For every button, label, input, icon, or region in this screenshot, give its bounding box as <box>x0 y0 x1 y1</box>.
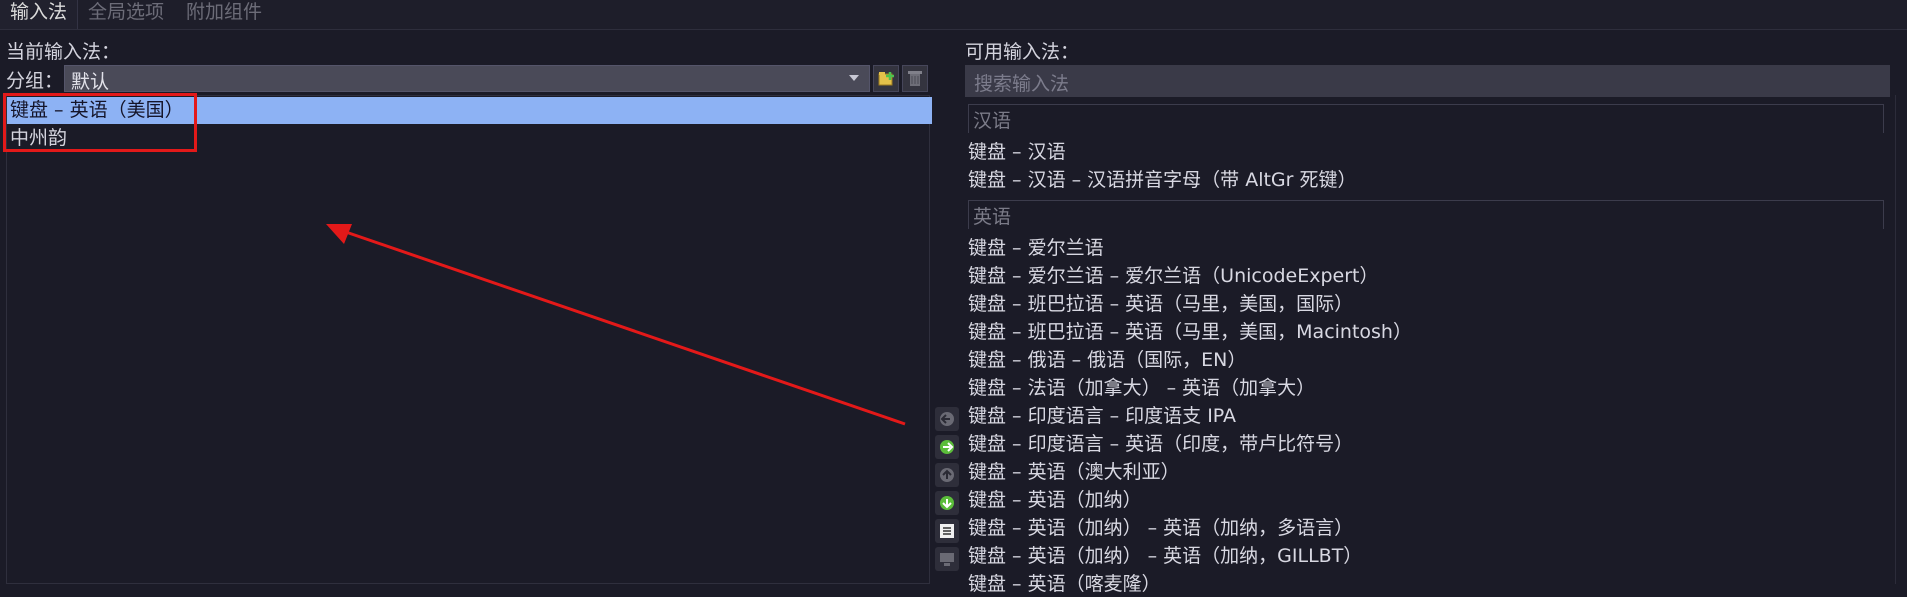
list-item[interactable]: 键盘 – 法语（加拿大） – 英语（加拿大） <box>968 376 1315 401</box>
configure-button[interactable] <box>935 519 959 543</box>
move-down-icon <box>940 496 954 510</box>
category-header-chinese: 汉语 <box>968 104 1884 133</box>
scrollbar[interactable] <box>1895 95 1896 584</box>
list-item[interactable]: 键盘 – 英语（加纳） – 英语（加纳，GILLBT） <box>968 544 1362 569</box>
list-item[interactable]: 键盘 – 英语（喀麦隆） <box>968 572 1161 597</box>
move-down-button[interactable] <box>935 491 959 515</box>
keyboard-layout-button[interactable] <box>935 547 959 571</box>
keyboard-layout-icon <box>940 553 954 566</box>
category-header-english: 英语 <box>968 200 1884 229</box>
list-item[interactable]: 键盘 – 印度语言 – 英语（印度，带卢比符号） <box>968 432 1353 457</box>
move-right-icon <box>940 440 954 454</box>
list-item[interactable]: 键盘 – 爱尔兰语 – 爱尔兰语（UnicodeExpert） <box>968 264 1378 289</box>
search-input[interactable]: 搜索输入法 <box>965 65 1890 97</box>
list-item[interactable]: 键盘 – 英语（澳大利亚） <box>968 460 1180 485</box>
category-label: 英语 <box>973 206 1012 228</box>
move-left-icon <box>940 412 954 426</box>
list-item[interactable]: 键盘 – 汉语 <box>968 140 1066 165</box>
available-input-methods-title: 可用输入法： <box>965 41 1080 63</box>
move-up-button[interactable] <box>935 463 959 487</box>
list-item[interactable]: 键盘 – 班巴拉语 – 英语（马里，美国，国际） <box>968 292 1353 317</box>
move-right-button[interactable] <box>935 435 959 459</box>
list-item[interactable]: 键盘 – 英语（加纳） <box>968 488 1142 513</box>
configure-icon <box>940 524 954 538</box>
move-left-button[interactable] <box>935 407 959 431</box>
list-item[interactable]: 键盘 – 班巴拉语 – 英语（马里，美国，Macintosh） <box>968 320 1412 345</box>
list-item[interactable]: 键盘 – 汉语 – 汉语拼音字母（带 AltGr 死键） <box>968 168 1357 193</box>
search-placeholder: 搜索输入法 <box>974 73 1070 95</box>
list-item[interactable]: 键盘 – 英语（加纳） – 英语（加纳，多语言） <box>968 516 1353 541</box>
move-up-icon <box>940 468 954 482</box>
list-item[interactable]: 键盘 – 爱尔兰语 <box>968 236 1104 261</box>
list-item[interactable]: 键盘 – 俄语 – 俄语（国际，EN） <box>968 348 1246 373</box>
category-label: 汉语 <box>973 110 1012 132</box>
list-item[interactable]: 键盘 – 印度语言 – 印度语支 IPA <box>968 404 1236 429</box>
